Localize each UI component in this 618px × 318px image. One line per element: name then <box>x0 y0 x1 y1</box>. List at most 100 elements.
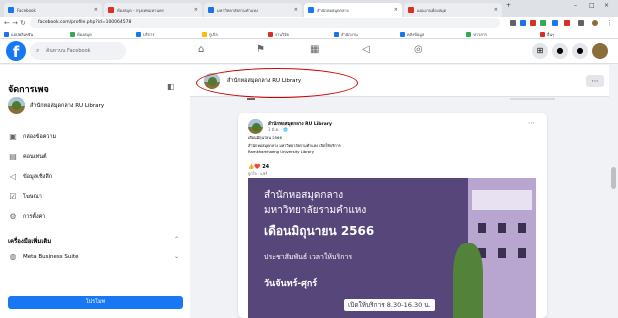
page-header-bar: สำนักหอสมุดกลาง RU Library ⋯ <box>190 65 618 98</box>
sidebar-item-settings[interactable]: ⚙ การตั้งค่า <box>8 212 45 221</box>
bookmark-icon <box>334 32 339 37</box>
close-window-icon[interactable]: × <box>604 2 609 9</box>
collapse-sidebar-icon[interactable]: ◧ <box>167 82 175 91</box>
scrollbar-thumb[interactable] <box>611 167 616 189</box>
back-icon[interactable]: ← <box>4 19 10 27</box>
profile-tabs-strip <box>220 98 600 100</box>
browser-tab[interactable]: แผนงานห้องสมุด × <box>404 3 502 17</box>
flag-icon[interactable]: ⚑ <box>256 44 265 55</box>
maximize-icon[interactable]: □ <box>589 2 595 9</box>
promote-button[interactable]: โปรโมท <box>8 296 183 309</box>
post-more-icon[interactable]: ⋯ <box>528 119 535 127</box>
post-reactions-sub: ถูกใจ · แชร์ <box>248 171 268 176</box>
search-input[interactable]: ⌕ ค้นหาบน Facebook <box>30 42 126 60</box>
post-author-avatar[interactable] <box>248 119 263 134</box>
sidebar-item-inbox[interactable]: ▣ กล่องข้อความ <box>8 132 56 141</box>
chevron-down-icon[interactable]: ⌄ <box>174 253 179 260</box>
sidebar-page-selector[interactable]: สำนักหอสมุดกลาง RU Library <box>8 97 104 114</box>
browser-tab[interactable]: ห้องสมุด - กรุงเทพมหานคร × <box>104 3 202 17</box>
puzzle-icon[interactable] <box>578 20 584 26</box>
meta-business-suite-icon: ◍ <box>9 252 17 261</box>
tab-placeholder <box>510 98 555 100</box>
search-placeholder: ค้นหาบน Facebook <box>46 48 91 54</box>
facebook-logo[interactable]: f <box>6 41 26 61</box>
sidebar-item-meta-business-suite[interactable]: ◍ Meta Business Suite <box>8 252 79 261</box>
groups-icon[interactable]: ◎ <box>414 44 423 55</box>
bookmark-item[interactable]: ข่าวสาร <box>466 31 487 38</box>
storefront-icon[interactable]: ▦ <box>310 44 319 55</box>
extension-icon[interactable] <box>540 20 546 26</box>
extension-icon[interactable] <box>530 20 536 26</box>
tab-favicon-icon <box>208 7 214 13</box>
tab-favicon-icon <box>108 7 114 13</box>
bell-icon[interactable]: ● <box>572 43 588 59</box>
new-tab-icon[interactable]: + <box>506 2 511 9</box>
image-text-line: มหาวิทยาลัยรามคำแหง <box>264 205 367 216</box>
bookmarks-bar: แอปพลิเคชัน ห้องสมุด บริการ กูเกิล งานวิ… <box>0 30 618 39</box>
promote-icon: ☑ <box>9 192 17 201</box>
sidebar-item-label: โฆษณา <box>23 193 42 200</box>
post-text-line: Ramkhamhaeng University Library <box>248 149 314 154</box>
bookmark-item[interactable]: สำนักงาน <box>334 31 358 38</box>
chevron-up-icon[interactable]: ⌃ <box>174 236 179 243</box>
messenger-icon[interactable]: ● <box>552 43 568 59</box>
bookmark-label: แอปพลิเคชัน <box>11 32 34 37</box>
home-icon[interactable]: ⌂ <box>198 44 204 55</box>
settings-icon: ⚙ <box>9 212 17 221</box>
browser-tab-active[interactable]: สำนักหอสมุดกลาง × <box>304 3 402 17</box>
sidebar-item-content[interactable]: ▤ คอนเทนต์ <box>8 152 47 161</box>
main-content: สำนักหอสมุดกลาง RU Library ⋯ สำนักหอสมุด… <box>190 65 618 318</box>
post-image[interactable]: สำนักหอสมุดกลาง มหาวิทยาลัยรามคำแหง เดือ… <box>248 178 536 318</box>
image-text-line: ประชาสัมพันธ์ เวลาให้บริการ <box>264 253 353 261</box>
forward-icon[interactable]: → <box>12 19 18 27</box>
manage-page-sidebar: จัดการเพจ ◧ สำนักหอสมุดกลาง RU Library ▣… <box>0 65 190 318</box>
page-scrollbar[interactable] <box>609 65 618 318</box>
post-reactions[interactable]: 👍❤️ 24 <box>248 164 269 170</box>
profile-icon[interactable] <box>592 43 608 59</box>
extension-icon[interactable] <box>520 20 526 26</box>
megaphone-icon[interactable]: ◁ <box>362 44 370 55</box>
close-icon[interactable]: × <box>294 7 298 13</box>
bookmark-icon <box>268 32 273 37</box>
building-roof <box>472 190 532 210</box>
bookmark-item[interactable]: งานวิจัย <box>268 31 289 38</box>
bookmark-item[interactable]: กูเกิล <box>202 31 218 38</box>
sidebar-section-title: เครื่องมือเพิ่มเติม <box>8 238 52 245</box>
extension-icon[interactable] <box>564 20 570 26</box>
close-icon[interactable]: × <box>394 7 398 13</box>
browser-tab[interactable]: Facebook × <box>4 3 102 17</box>
sidebar-item-label: คอนเทนต์ <box>23 153 47 160</box>
bookmark-icon <box>400 32 405 37</box>
bookmark-label: ข่าวสาร <box>473 32 488 37</box>
post-card: สำนักหอสมุดกลาง RU Library 1 มิ.ย. · 🌐 ⋯… <box>238 113 547 318</box>
bookmark-star-icon[interactable] <box>510 20 516 26</box>
url-input[interactable]: facebook.com/profile.php?id=100064578 <box>30 18 500 28</box>
bookmark-label: บริการ <box>143 32 155 37</box>
bookmark-item[interactable]: อื่นๆ <box>540 31 554 38</box>
bookmark-label: อื่นๆ <box>547 32 555 37</box>
tree-illustration <box>453 243 483 318</box>
building-window <box>478 223 486 233</box>
bookmark-item[interactable]: ห้องสมุด <box>70 31 92 38</box>
extension-icon[interactable] <box>552 20 558 26</box>
bookmark-item[interactable]: แอปพลิเคชัน <box>4 31 33 38</box>
profile-icon[interactable] <box>592 20 598 26</box>
minimize-icon[interactable]: – <box>574 2 577 9</box>
reload-icon[interactable]: ↻ <box>20 19 26 27</box>
sidebar-item-promote[interactable]: ☑ โฆษณา <box>8 192 42 201</box>
more-options-button[interactable]: ⋯ <box>586 75 604 87</box>
highlight-annotation-circle <box>196 68 358 98</box>
grid-icon[interactable]: ⊞ <box>532 43 548 59</box>
close-icon[interactable]: × <box>94 7 98 13</box>
close-icon[interactable]: × <box>194 7 198 13</box>
image-text-line: วันจันทร์-ศุกร์ <box>264 279 318 289</box>
bookmark-item[interactable]: คลังข้อมูล <box>400 31 424 38</box>
close-icon[interactable]: × <box>494 7 498 13</box>
post-timestamp[interactable]: 1 มิ.ย. · 🌐 <box>268 126 288 133</box>
bookmark-item[interactable]: บริการ <box>136 31 155 38</box>
image-text-line: สำนักหอสมุดกลาง <box>264 190 344 201</box>
menu-icon[interactable]: ⋮ <box>606 19 613 27</box>
browser-tab[interactable]: มหาวิทยาลัยรามคำแหง × <box>204 3 302 17</box>
bookmark-icon <box>70 32 75 37</box>
sidebar-item-insights[interactable]: ◁ ข้อมูลเชิงลึก <box>8 172 52 181</box>
